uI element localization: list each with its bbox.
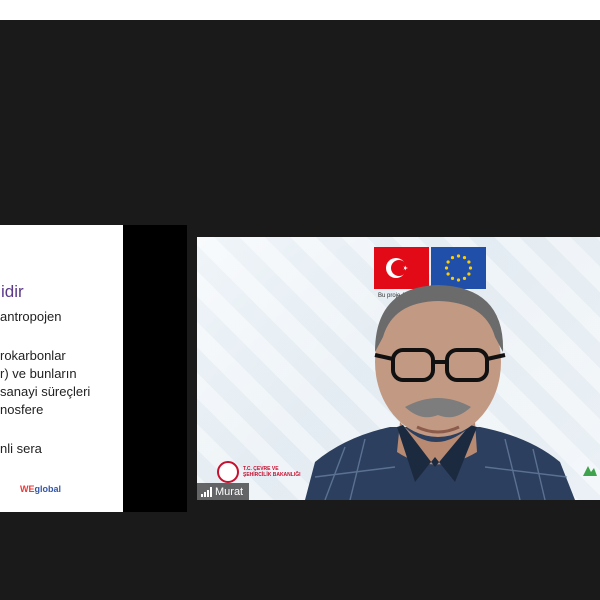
slide-text-line: nosfere xyxy=(0,402,44,417)
partner-logo-icon xyxy=(582,463,598,477)
slide-text-line: nli sera xyxy=(0,441,42,456)
slide-title: idir xyxy=(1,282,24,301)
ministry-logo: T.C. ÇEVRE VE ŞEHİRCİLİK BAKANLIĞI xyxy=(217,461,301,483)
participant-video-tile[interactable]: Bu proje Av T.C. ÇEVRE VE ŞEHİRCİLİK BAK… xyxy=(197,237,600,500)
shared-slide-tile[interactable]: idir antropojen rokarbonlar r) ve bunlar… xyxy=(0,225,123,512)
meeting-stage: idir antropojen rokarbonlar r) ve bunlar… xyxy=(0,20,600,600)
slide-text-line: sanayi süreçleri xyxy=(0,384,91,399)
ministry-seal-icon xyxy=(217,461,239,483)
slide-text-line: rokarbonlar xyxy=(0,348,66,363)
signal-strength-icon xyxy=(201,486,212,497)
weglobal-logo: WEglobal xyxy=(20,484,61,494)
slide-text-line: antropojen xyxy=(0,309,62,324)
participant-name-tag: Murat xyxy=(197,483,250,500)
slide-text-line: r) ve bunların xyxy=(0,366,77,381)
participant-video-feed xyxy=(305,277,600,500)
participant-name: Murat xyxy=(215,485,244,498)
tile-gutter xyxy=(123,225,187,512)
